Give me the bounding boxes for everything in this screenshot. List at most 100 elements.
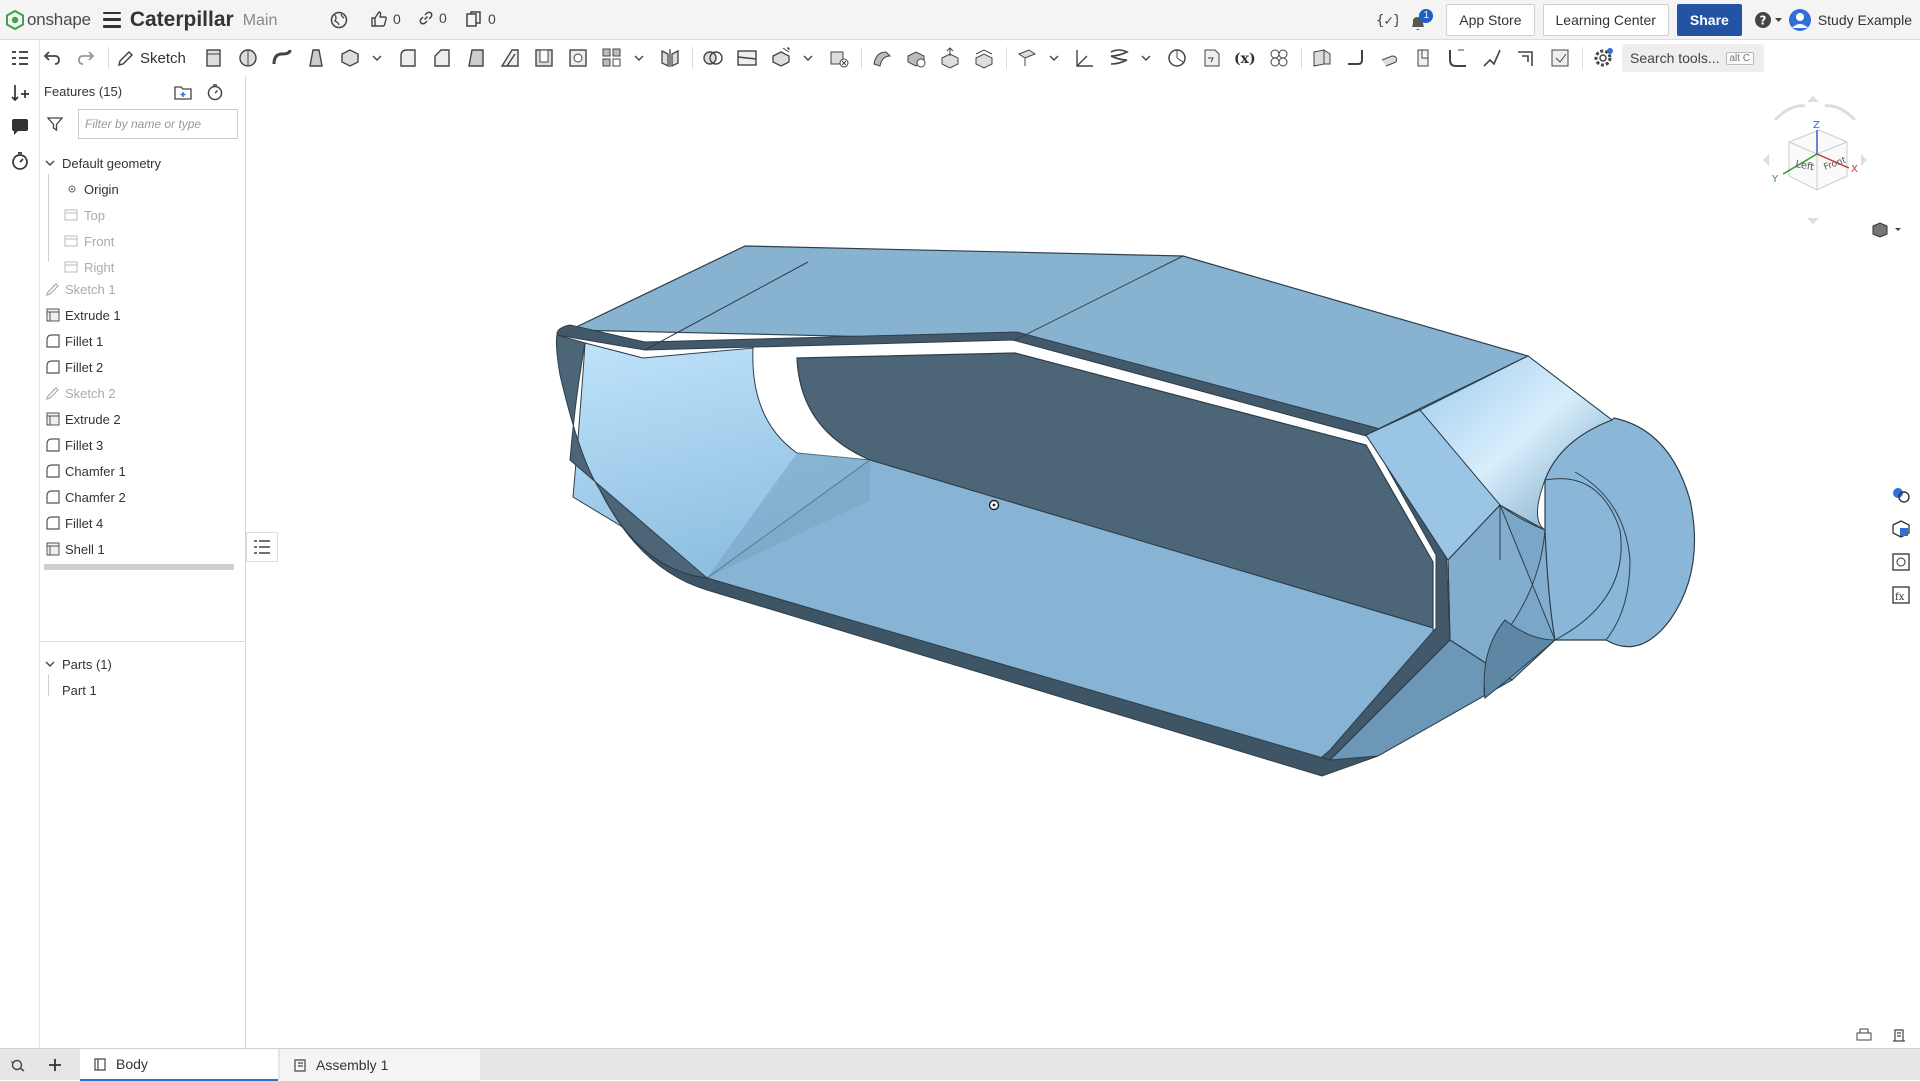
chevron-down-icon[interactable] [372,46,382,70]
globe-icon[interactable] [330,11,348,29]
rollback-bar[interactable] [44,564,234,570]
bend-icon[interactable] [1446,46,1470,70]
copies-counter[interactable]: 0 [465,10,496,28]
chevron-down-icon[interactable] [803,46,813,70]
graphics-viewport[interactable]: Z Left Front X Y [246,76,1920,1048]
pattern-icon[interactable] [600,46,624,70]
onshape-logo[interactable]: onshape [6,9,91,30]
comments-icon[interactable] [9,116,31,138]
menu-icon[interactable] [102,11,121,28]
sheet-metal-icon[interactable] [1310,46,1334,70]
units-icon[interactable] [1890,1026,1908,1044]
settings-icon[interactable] [1591,46,1615,70]
thicken-icon[interactable] [338,46,362,70]
default-geometry-group[interactable]: Default geometry [44,152,161,174]
print-icon[interactable] [1855,1027,1873,1043]
appearance-icon[interactable] [1890,484,1912,506]
measure-icon[interactable] [1165,46,1189,70]
parts-group[interactable]: Parts (1) [44,653,112,675]
right-plane-item[interactable]: Right [64,256,114,278]
replace-face-icon[interactable] [972,46,996,70]
joint-icon[interactable] [1480,46,1504,70]
notifications-button[interactable]: 1 [1408,4,1434,36]
feature-item[interactable]: Fillet 4 [46,512,103,534]
user-name[interactable]: Study Example [1818,12,1912,28]
loft-icon[interactable] [304,46,328,70]
feature-item[interactable]: Fillet 2 [46,356,103,378]
part-3d-model[interactable] [246,76,1920,1048]
feature-item[interactable]: Sketch 2 [46,382,116,404]
chevron-down-icon[interactable] [1141,46,1151,70]
configuration-icon[interactable] [1267,46,1291,70]
chamfer-icon[interactable] [430,46,454,70]
tab-icon[interactable] [1412,46,1436,70]
search-tools-button[interactable]: Search tools... alt C [1622,44,1764,72]
flat-view-icon[interactable] [1548,46,1572,70]
move-face-icon[interactable] [938,46,962,70]
feature-item[interactable]: Chamfer 1 [46,460,126,482]
boss-end-cap[interactable] [1544,417,1696,648]
named-views-icon[interactable] [1890,551,1912,573]
chevron-down-icon[interactable] [634,46,644,70]
tab-assembly[interactable]: Assembly 1 [280,1049,480,1081]
rollback-timer-icon[interactable] [206,83,224,101]
mate-connector-icon[interactable] [1073,46,1097,70]
feature-list-icon[interactable] [9,48,31,70]
corner-icon[interactable] [1514,46,1538,70]
revolve-icon[interactable] [236,46,260,70]
delete-part-icon[interactable] [827,46,851,70]
redo-icon[interactable] [74,46,98,70]
history-icon[interactable] [9,150,31,172]
feature-item[interactable]: Fillet 1 [46,330,103,352]
branch-label[interactable]: Main [243,12,278,30]
help-icon[interactable]: ? [1754,10,1784,30]
feature-item[interactable]: Shell 1 [46,538,105,560]
mirror-icon[interactable] [658,46,682,70]
helix-icon[interactable] [1107,46,1131,70]
plane-icon[interactable] [1015,46,1039,70]
modify-fillet-icon[interactable] [870,46,894,70]
tab-manager-icon[interactable] [10,1058,28,1072]
document-title[interactable]: Caterpillar [130,8,234,32]
boolean-icon[interactable] [701,46,725,70]
rib-icon[interactable] [498,46,522,70]
feature-item[interactable]: Sketch 1 [46,278,116,300]
app-store-button[interactable]: App Store [1446,4,1535,36]
hem-icon[interactable] [1378,46,1402,70]
user-avatar-icon[interactable] [1788,8,1812,32]
links-counter[interactable]: 0 [418,10,447,26]
feature-item[interactable]: Extrude 2 [46,408,121,430]
filter-icon[interactable] [47,116,63,132]
variable-icon[interactable]: (x) [1233,46,1257,70]
origin-item[interactable]: Origin [66,178,119,200]
feature-item[interactable]: Extrude 1 [46,304,121,326]
likes-counter[interactable]: 0 [370,10,401,28]
fillet-icon[interactable] [396,46,420,70]
chevron-down-icon[interactable] [1049,46,1059,70]
insert-icon[interactable] [9,82,31,104]
learning-center-button[interactable]: Learning Center [1542,4,1669,36]
add-folder-icon[interactable] [174,84,194,102]
sweep-icon[interactable] [270,46,294,70]
undo-icon[interactable] [40,46,64,70]
flange-icon[interactable] [1344,46,1368,70]
shell-icon[interactable] [532,46,556,70]
feature-item[interactable]: Fillet 3 [46,434,103,456]
custom-table-icon[interactable]: fx [1890,584,1912,606]
feature-item[interactable]: Chamfer 2 [46,486,126,508]
delete-face-icon[interactable] [904,46,928,70]
filter-input[interactable]: Filter by name or type [78,109,238,139]
section-icon[interactable] [1199,46,1223,70]
variables-icon[interactable]: {✓} [1376,9,1398,31]
transform-icon[interactable] [769,46,793,70]
view-cube[interactable]: Z Left Front X Y [1755,90,1875,230]
top-plane-item[interactable]: Top [64,204,105,226]
add-tab-icon[interactable] [47,1057,63,1073]
draft-icon[interactable] [464,46,488,70]
view-options-icon[interactable] [1869,220,1905,240]
hole-icon[interactable] [566,46,590,70]
share-button[interactable]: Share [1676,4,1742,36]
part-item[interactable]: Part 1 [62,679,97,701]
front-plane-item[interactable]: Front [64,230,114,252]
tab-body[interactable]: Body [80,1049,278,1081]
